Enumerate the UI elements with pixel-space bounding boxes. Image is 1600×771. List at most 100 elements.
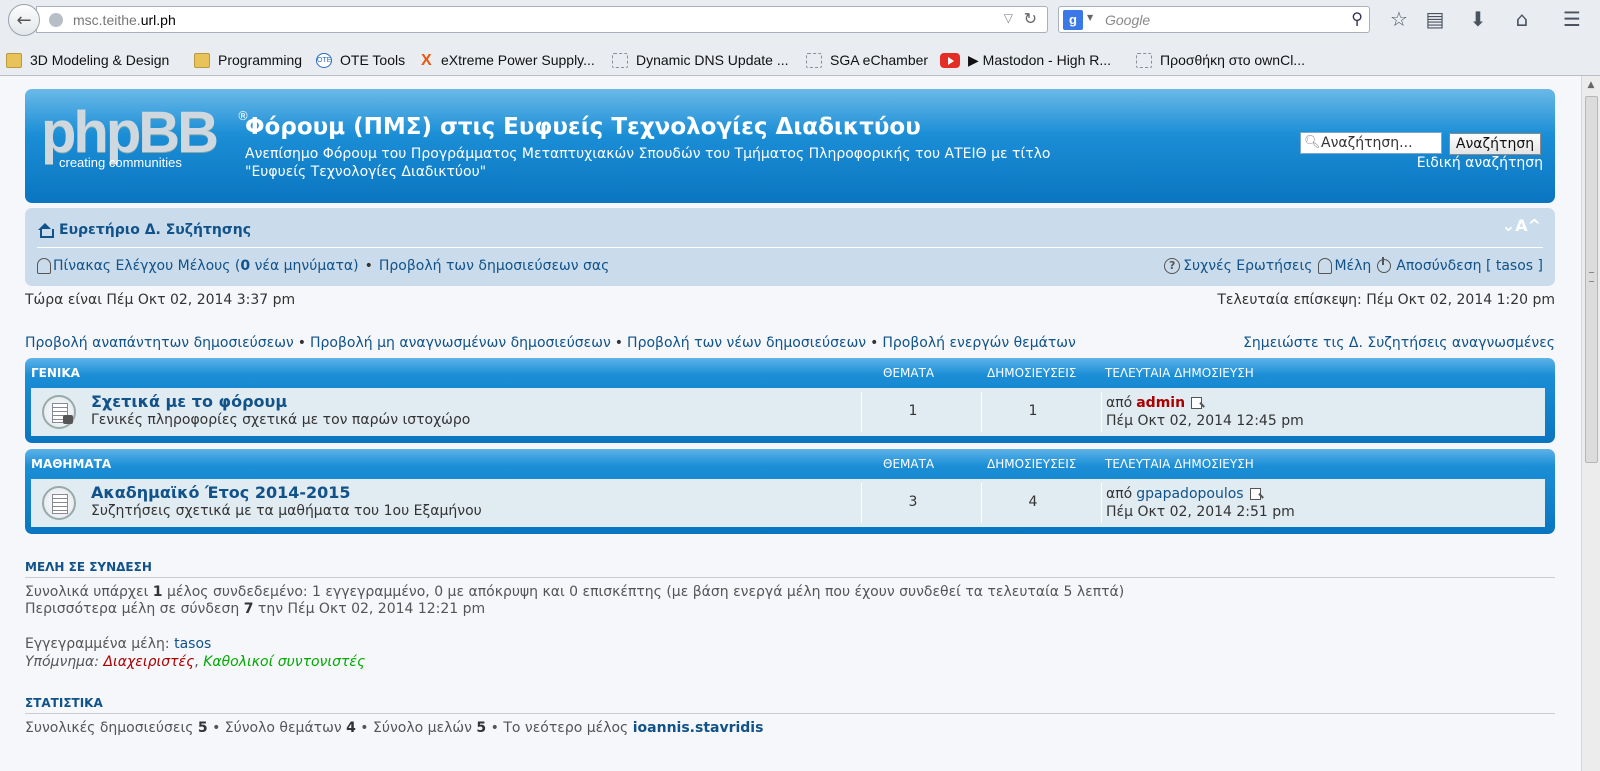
forum-search-input[interactable]: 🔍︎ Αναζήτηση...	[1300, 132, 1442, 154]
bookmark-sga-echamber[interactable]: SGA eChamber	[806, 50, 928, 70]
last-post-date: Πέμ Οκτ 02, 2014 2:51 pm	[1106, 504, 1295, 520]
bookmarks-bar: 3D Modeling & Design Programming OTE OTE …	[0, 44, 1600, 74]
bookmark-mastodon[interactable]: ▶ Mastodon - High R...	[940, 50, 1111, 70]
last-post-author: από gpapadopoulos	[1106, 486, 1261, 502]
back-button[interactable]: ←	[8, 4, 40, 36]
bookmark-extreme-power[interactable]: XeXtreme Power Supply...	[421, 50, 595, 70]
search-icon: 🔍︎	[1304, 135, 1321, 150]
author-link[interactable]: gpapadopoulos	[1136, 486, 1243, 502]
last-visit: Τελευταία επίσκεψη: Πέμ Οκτ 02, 2014 1:2…	[1217, 292, 1555, 308]
folder-icon	[6, 52, 22, 68]
question-icon: ?	[1164, 258, 1181, 274]
google-icon[interactable]: g	[1063, 10, 1083, 30]
view-own-posts-link[interactable]: Προβολή των δημοσιεύσεων σας	[379, 258, 609, 274]
bookmark-3d-modeling[interactable]: 3D Modeling & Design	[6, 50, 169, 70]
url-text[interactable]: msc.teithe.url.ph	[73, 12, 176, 28]
reload-icon[interactable]: ↻	[1024, 9, 1037, 28]
view-latest-post-icon[interactable]	[1191, 397, 1203, 409]
user-icon	[37, 258, 51, 274]
quick-links: Προβολή αναπάντητων δημοσιεύσεων • Προβολή…	[25, 335, 1076, 351]
forum-icon	[42, 486, 76, 520]
online-heading[interactable]: ΜΕΛΗ ΣΕ ΣΥΝΔΕΣΗ	[25, 560, 1555, 578]
topic-count: 1	[908, 403, 918, 419]
last-post-date: Πέμ Οκτ 02, 2014 12:45 pm	[1106, 413, 1304, 429]
forum-search-button[interactable]: Αναζήτηση	[1449, 133, 1541, 155]
forum-row: Σχετικά με το φόρουμ Γενικές πληροφορίες…	[31, 388, 1545, 436]
back-arrow-icon: ←	[16, 9, 32, 31]
topic-count: 3	[908, 494, 918, 510]
menu-icon[interactable]: ☰	[1560, 7, 1584, 31]
legend-mods-link[interactable]: Καθολικοί συντονιστές	[203, 654, 365, 670]
power-icon	[1377, 257, 1392, 273]
advanced-search-link[interactable]: Ειδική αναζήτηση	[1417, 155, 1543, 171]
category-general: ΓΕΝΙΚΑ ΘΕΜΑΤΑ ΔΗΜΟΣΙΕΥΣΕΙΣ ΤΕΛΕΥΤΑΙΑ ΔΗΜ…	[25, 358, 1555, 443]
font-resize-control[interactable]: ⌄A^	[1502, 216, 1541, 235]
new-posts-link[interactable]: Προβολή των νέων δημοσιεύσεων	[627, 335, 866, 351]
mark-forums-read-link[interactable]: Σημειώστε τις Δ. Συζητήσεις αναγνωσμένες	[1243, 335, 1555, 351]
nav-right-links: ? Συχνές Ερωτήσεις Μέλη Αποσύνδεση [ tas…	[1164, 257, 1543, 274]
posts-column-header: ΔΗΜΟΣΙΕΥΣΕΙΣ	[987, 366, 1077, 380]
star-icon[interactable]: ☆	[1387, 7, 1411, 31]
statistics-line: Συνολικές δημοσιεύσεις 5 • Σύνολο θεμάτω…	[25, 720, 764, 736]
author-link[interactable]: admin	[1136, 395, 1185, 411]
unread-posts-link[interactable]: Προβολή μη αναγνωσμένων δημοσιεύσεων	[310, 335, 611, 351]
last-post-author: από admin	[1106, 395, 1203, 411]
ucp-link[interactable]: Πίνακας Ελέγχου Μέλους (0 νέα μηνύματα)	[53, 258, 359, 274]
page-scrollbar[interactable]: ▲	[1581, 76, 1600, 771]
bookmark-ote-tools[interactable]: OTE OTE Tools	[316, 50, 405, 70]
blank-page-icon	[806, 52, 822, 68]
phpbb-logo[interactable]: phpBB creating communities ®	[41, 104, 249, 171]
blank-page-icon	[612, 52, 628, 68]
page-content: phpBB creating communities ® Φόρουμ (ΠΜΣ…	[0, 76, 1600, 771]
download-icon[interactable]: ⬇	[1466, 7, 1490, 31]
browser-search-input[interactable]: Google	[1105, 12, 1150, 28]
posts-column-header: ΔΗΜΟΣΙΕΥΣΕΙΣ	[987, 457, 1077, 471]
home-icon[interactable]: ⌂	[1510, 7, 1534, 31]
home-icon	[37, 223, 54, 238]
logout-link[interactable]: Αποσύνδεση [ tasos ]	[1396, 258, 1543, 274]
scroll-up-icon[interactable]: ▲	[1582, 76, 1600, 94]
post-count: 4	[1028, 494, 1038, 510]
browser-toolbar: msc.teithe.url.ph ▽ ↻ ← g ▼ Google ⚲ ☆ ▤…	[0, 0, 1600, 38]
members-link[interactable]: Μέλη	[1334, 258, 1371, 274]
members-icon	[1318, 258, 1333, 274]
category-title[interactable]: ΜΑΘΗΜΑΤΑ	[31, 457, 111, 471]
online-record: Περισσότερα μέλη σε σύνδεση 7 την Πέμ Οκ…	[25, 601, 486, 617]
dropdown-icon[interactable]: ▽	[1004, 11, 1013, 25]
reading-list-icon[interactable]: ▤	[1423, 7, 1447, 31]
last-post-column-header: ΤΕΛΕΥΤΑΙΑ ΔΗΜΟΣΙΕΥΣΗ	[1105, 457, 1254, 471]
browser-search-bar[interactable]: g ▼ Google ⚲	[1058, 6, 1370, 33]
legend-admins-link[interactable]: Διαχειριστές	[103, 654, 194, 670]
online-user-link[interactable]: tasos	[174, 636, 211, 652]
url-bar[interactable]: msc.teithe.url.ph ▽ ↻	[36, 6, 1048, 33]
divider	[37, 247, 1543, 248]
post-count: 1	[1028, 403, 1038, 419]
engine-dropdown-icon[interactable]: ▼	[1087, 13, 1093, 22]
site-title: Φόρουμ (ΠΜΣ) στις Ευφυείς Τεχνολογίες Δι…	[245, 114, 921, 140]
magnifier-icon[interactable]: ⚲	[1351, 9, 1363, 28]
ote-icon: OTE	[316, 52, 332, 68]
active-topics-link[interactable]: Προβολή ενεργών θεμάτων	[882, 335, 1075, 351]
forum-title-link[interactable]: Ακαδημαϊκό Έτος 2014-2015	[91, 483, 351, 502]
forum-header: phpBB creating communities ® Φόρουμ (ΠΜΣ…	[25, 89, 1555, 203]
x-logo-icon: X	[421, 51, 432, 69]
bookmark-dynamic-dns[interactable]: Dynamic DNS Update ...	[612, 50, 789, 70]
forum-title-link[interactable]: Σχετικά με το φόρουμ	[91, 392, 287, 411]
newest-member-link[interactable]: ioannis.stavridis	[633, 720, 764, 736]
last-post-column-header: ΤΕΛΕΥΤΑΙΑ ΔΗΜΟΣΙΕΥΣΗ	[1105, 366, 1254, 380]
bookmark-programming[interactable]: Programming	[194, 50, 302, 70]
view-latest-post-icon[interactable]	[1249, 488, 1261, 500]
browser-chrome: msc.teithe.url.ph ▽ ↻ ← g ▼ Google ⚲ ☆ ▤…	[0, 0, 1600, 76]
category-courses: ΜΑΘΗΜΑΤΑ ΘΕΜΑΤΑ ΔΗΜΟΣΙΕΥΣΕΙΣ ΤΕΛΕΥΤΑΙΑ Δ…	[25, 449, 1555, 534]
forum-description: Γενικές πληροφορίες σχετικά με τον παρών…	[91, 412, 471, 428]
site-description: Ανεπίσημο Φόρουμ του Προγράμματος Μεταπτ…	[245, 146, 1051, 180]
user-nav-links: Πίνακας Ελέγχου Μέλους (0 νέα μηνύματα) …	[37, 258, 609, 274]
board-index-link[interactable]: Ευρετήριο Δ. Συζήτησης	[37, 222, 251, 238]
online-summary: Συνολικά υπάρχει 1 μέλος συνδεδεμένο: 1 …	[25, 584, 1125, 600]
category-title[interactable]: ΓΕΝΙΚΑ	[31, 366, 80, 380]
unanswered-posts-link[interactable]: Προβολή αναπάντητων δημοσιεύσεων	[25, 335, 294, 351]
faq-link[interactable]: Συχνές Ερωτήσεις	[1183, 258, 1312, 274]
bookmark-owncloud[interactable]: Προσθήκη στο ownCl...	[1136, 50, 1305, 70]
nav-panel: Ευρετήριο Δ. Συζήτησης ⌄A^ Πίνακας Ελέγχ…	[25, 208, 1555, 286]
scrollbar-thumb[interactable]	[1585, 96, 1598, 463]
